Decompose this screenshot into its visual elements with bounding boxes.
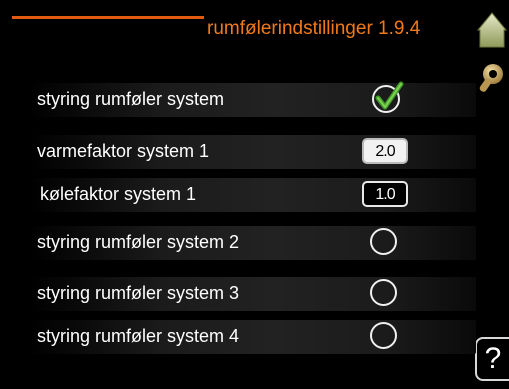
row-label: styring rumføler system: [37, 89, 225, 109]
cool-factor-value[interactable]: 1.0: [362, 181, 408, 207]
header-divider: [12, 16, 204, 19]
row-label: kølefaktor system 1: [40, 184, 197, 204]
menu-row-room-sensor-system-3[interactable]: styring rumføler system 3: [28, 277, 476, 311]
menu-row-room-sensor-control[interactable]: styring rumføler system: [28, 81, 476, 117]
menu-row-heat-factor-system-1[interactable]: varmefaktor system 1 2.0: [28, 135, 476, 169]
row-label: styring rumføler system 2: [37, 232, 240, 252]
screen: rumfølerindstillinger 1.9.4 ? styring ru…: [0, 0, 509, 389]
menu-row-cool-factor-system-1[interactable]: kølefaktor system 1 1.0: [28, 178, 476, 212]
row-label: varmefaktor system 1: [37, 141, 210, 161]
radio-button-unchecked[interactable]: [370, 322, 397, 349]
radio-button-unchecked[interactable]: [370, 228, 397, 255]
row-label: styring rumføler system 3: [37, 283, 240, 303]
page-title: rumfølerindstillinger 1.9.4: [207, 18, 421, 39]
radio-button-unchecked[interactable]: [370, 279, 397, 306]
wrench-icon[interactable]: [476, 60, 509, 95]
help-glyph: ?: [484, 342, 502, 375]
row-label: styring rumføler system 4: [37, 326, 240, 346]
home-icon[interactable]: [474, 10, 509, 50]
help-icon[interactable]: ?: [475, 337, 509, 381]
menu-row-room-sensor-system-2[interactable]: styring rumføler system 2: [28, 226, 476, 260]
menu-row-room-sensor-system-4[interactable]: styring rumføler system 4: [28, 320, 476, 354]
heat-factor-value[interactable]: 2.0: [362, 138, 408, 164]
checked-checkbox-icon[interactable]: [369, 79, 407, 117]
